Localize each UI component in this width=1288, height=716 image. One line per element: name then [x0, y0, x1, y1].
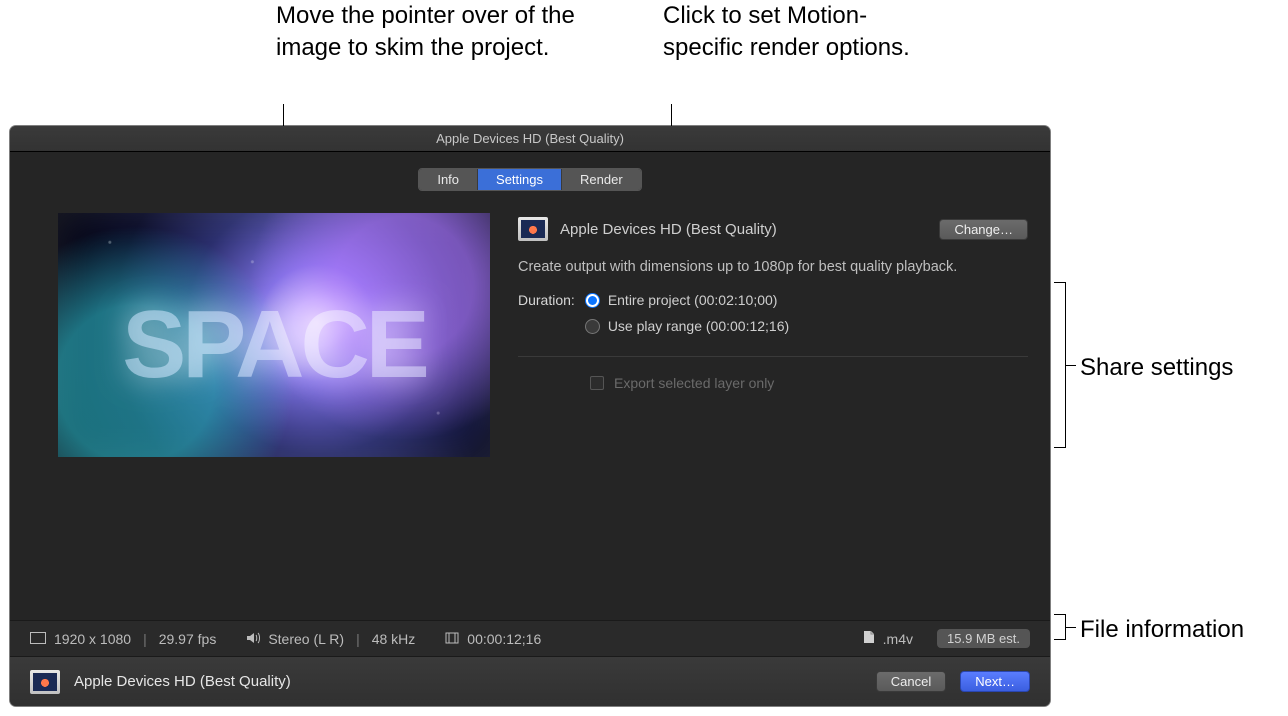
radio-entire-label: Entire project (00:02:10;00) [608, 292, 778, 308]
speaker-icon [246, 631, 260, 647]
dialog-body: SPACE Apple Devices HD (Best Quality) Ch… [10, 203, 1050, 620]
preset-title: Apple Devices HD (Best Quality) [560, 221, 927, 238]
radio-play-range[interactable]: Use play range (00:00:12;16) [585, 318, 789, 334]
cancel-button[interactable]: Cancel [876, 671, 946, 692]
tabstrip: Info Settings Render [10, 152, 1050, 203]
duration-icon [445, 631, 459, 647]
status-duration: 00:00:12;16 [467, 631, 541, 647]
callout-render: Click to set Motion-specific render opti… [663, 0, 923, 65]
callout-share-settings: Share settings [1080, 352, 1233, 384]
status-size-estimate: 15.9 MB est. [937, 629, 1030, 648]
radio-dot-icon [585, 293, 600, 308]
settings-column: Apple Devices HD (Best Quality) Change… … [518, 213, 1028, 620]
radio-playrange-label: Use play range (00:00:12;16) [608, 318, 789, 334]
status-bar: 1920 x 1080 | 29.97 fps Stereo (L R) | 4… [10, 620, 1050, 656]
share-dialog-window: Apple Devices HD (Best Quality) Info Set… [10, 126, 1050, 706]
segmented-control: Info Settings Render [418, 168, 641, 191]
callout-file-info: File information [1080, 614, 1244, 646]
export-layer-label: Export selected layer only [614, 375, 774, 391]
preset-row: Apple Devices HD (Best Quality) Change… [518, 213, 1028, 257]
status-resolution: 1920 x 1080 [54, 631, 131, 647]
radio-dot-icon [585, 319, 600, 334]
duration-label: Duration: [518, 292, 575, 308]
status-samplerate: 48 kHz [372, 631, 416, 647]
change-button[interactable]: Change… [939, 219, 1028, 240]
footer-title: Apple Devices HD (Best Quality) [74, 673, 862, 690]
callout-skim: Move the pointer over of the image to sk… [276, 0, 576, 65]
export-layer-row: Export selected layer only [518, 357, 1028, 391]
window-title: Apple Devices HD (Best Quality) [436, 131, 624, 146]
status-fps: 29.97 fps [159, 631, 217, 647]
duration-row: Duration: Entire project (00:02:10;00) U… [518, 292, 1028, 340]
preset-description: Create output with dimensions up to 1080… [518, 257, 1028, 292]
export-layer-checkbox[interactable] [590, 376, 604, 390]
resolution-icon [30, 631, 46, 647]
preview-text: SPACE [122, 290, 426, 400]
preset-icon [518, 217, 548, 241]
footer-bar: Apple Devices HD (Best Quality) Cancel N… [10, 656, 1050, 706]
tab-render[interactable]: Render [562, 169, 641, 190]
radio-entire-project[interactable]: Entire project (00:02:10;00) [585, 292, 789, 308]
tab-info[interactable]: Info [419, 169, 478, 190]
tab-settings[interactable]: Settings [478, 169, 562, 190]
next-button[interactable]: Next… [960, 671, 1030, 692]
footer-preset-icon [30, 670, 60, 694]
file-icon [863, 630, 875, 647]
duration-radio-group: Entire project (00:02:10;00) Use play ra… [585, 292, 789, 334]
preview-thumbnail[interactable]: SPACE [58, 213, 490, 457]
window-titlebar: Apple Devices HD (Best Quality) [10, 126, 1050, 152]
status-audio: Stereo (L R) [268, 631, 344, 647]
status-extension: .m4v [883, 631, 913, 647]
